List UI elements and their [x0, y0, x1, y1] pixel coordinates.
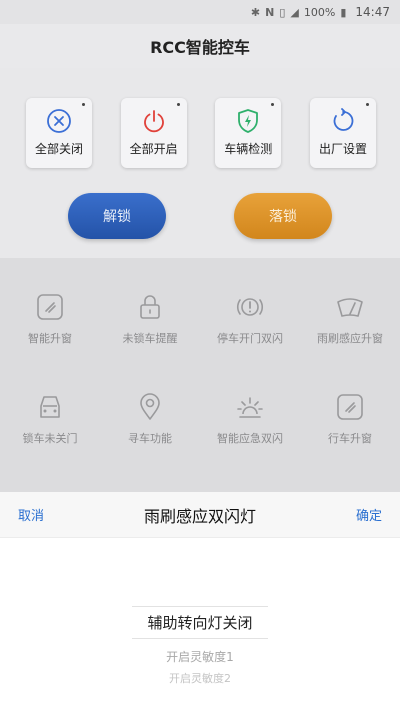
status-bar: ✱ N ▯ ◢ 100% ▮ 14:47 — [0, 0, 400, 24]
picker-option-selected[interactable]: 辅助转向灯关闭 — [0, 612, 400, 633]
reset-icon — [333, 108, 354, 131]
shield-bolt-icon — [238, 109, 259, 133]
unlocked-reminder-item[interactable]: 未锁车提醒 — [100, 292, 200, 346]
window-drive-icon — [337, 394, 363, 420]
status-dot — [176, 103, 180, 106]
sheet-header: 取消 雨刷感应双闪灯 确定 — [0, 492, 400, 538]
emergency-hazard-label: 智能应急双闪 — [217, 432, 283, 445]
open-all-button[interactable]: 全部开启 — [120, 98, 187, 168]
power-icon — [143, 110, 164, 133]
clock: 14:47 — [355, 5, 390, 19]
feature-grid: 智能升窗 未锁车提醒 停车开门双闪 雨刷感应升窗 锁车未关门 寻车功能 智能应急… — [0, 258, 400, 492]
vehicle-check-button[interactable]: 车辆检测 — [215, 98, 282, 168]
quick-actions-panel: 全部关闭 全部开启 车辆检测 出厂设置 解锁 落锁 — [0, 68, 400, 258]
smart-window-up-label: 智能升窗 — [28, 332, 72, 345]
hazard-icon — [236, 298, 264, 316]
find-car-label: 寻车功能 — [128, 432, 172, 445]
location-pin-icon — [140, 393, 160, 420]
driving-window-up-label: 行车升窗 — [328, 432, 372, 445]
wiper-icon — [337, 298, 363, 317]
padlock-icon — [140, 295, 160, 319]
emergency-hazard-item[interactable]: 智能应急双闪 — [200, 392, 300, 446]
vibrate-icon: ▯ — [279, 5, 286, 19]
status-dot — [365, 103, 369, 106]
factory-reset-label: 出厂设置 — [318, 142, 367, 156]
unlocked-reminder-label: 未锁车提醒 — [122, 332, 178, 345]
picker-sheet: 取消 雨刷感应双闪灯 确定 辅助转向灯关闭 开启灵敏度1 开启灵敏度2 — [0, 492, 400, 711]
car-door-icon — [40, 396, 60, 418]
factory-reset-button[interactable]: 出厂设置 — [309, 98, 376, 168]
driving-window-up-item[interactable]: 行车升窗 — [300, 392, 400, 446]
find-car-item[interactable]: 寻车功能 — [100, 392, 200, 446]
picker-divider-top — [132, 606, 268, 607]
picker-option[interactable]: 开启灵敏度1 — [0, 648, 400, 665]
bluetooth-icon: ✱ — [250, 5, 261, 19]
close-all-button[interactable]: 全部关闭 — [26, 98, 92, 168]
vehicle-check-label: 车辆检测 — [224, 142, 273, 156]
battery-icon: ▮ — [340, 5, 347, 19]
lock-button[interactable]: 落锁 — [234, 193, 332, 239]
unlock-button[interactable]: 解锁 — [68, 193, 166, 239]
sheet-title: 雨刷感应双闪灯 — [143, 506, 256, 526]
status-dot — [271, 103, 275, 106]
confirm-button[interactable]: 确定 — [356, 505, 382, 524]
door-open-lock-item[interactable]: 锁车未关门 — [0, 392, 100, 446]
page-title: RCC智能控车 — [150, 38, 250, 57]
wiper-window-up-label: 雨刷感应升窗 — [317, 332, 383, 345]
picker-option[interactable]: 开启灵敏度2 — [0, 670, 400, 684]
cancel-button[interactable]: 取消 — [18, 505, 44, 524]
emergency-light-icon — [237, 397, 263, 418]
signal-icon: ◢ — [290, 5, 299, 19]
app-header: RCC智能控车 — [0, 24, 400, 68]
smart-window-up-item[interactable]: 智能升窗 — [0, 292, 100, 346]
window-up-icon — [37, 294, 63, 320]
close-all-label: 全部关闭 — [34, 142, 83, 156]
wiper-window-up-item[interactable]: 雨刷感应升窗 — [300, 292, 400, 346]
nfc-icon: N — [265, 5, 275, 19]
status-dot — [82, 103, 85, 106]
close-circle-icon — [47, 109, 71, 133]
parking-door-hazard-label: 停车开门双闪 — [217, 332, 283, 345]
picker-divider-bottom — [132, 638, 268, 639]
open-all-label: 全部开启 — [129, 142, 178, 156]
battery-percent: 100% — [303, 5, 336, 19]
door-open-lock-label: 锁车未关门 — [22, 432, 78, 445]
parking-door-hazard-item[interactable]: 停车开门双闪 — [200, 292, 300, 346]
